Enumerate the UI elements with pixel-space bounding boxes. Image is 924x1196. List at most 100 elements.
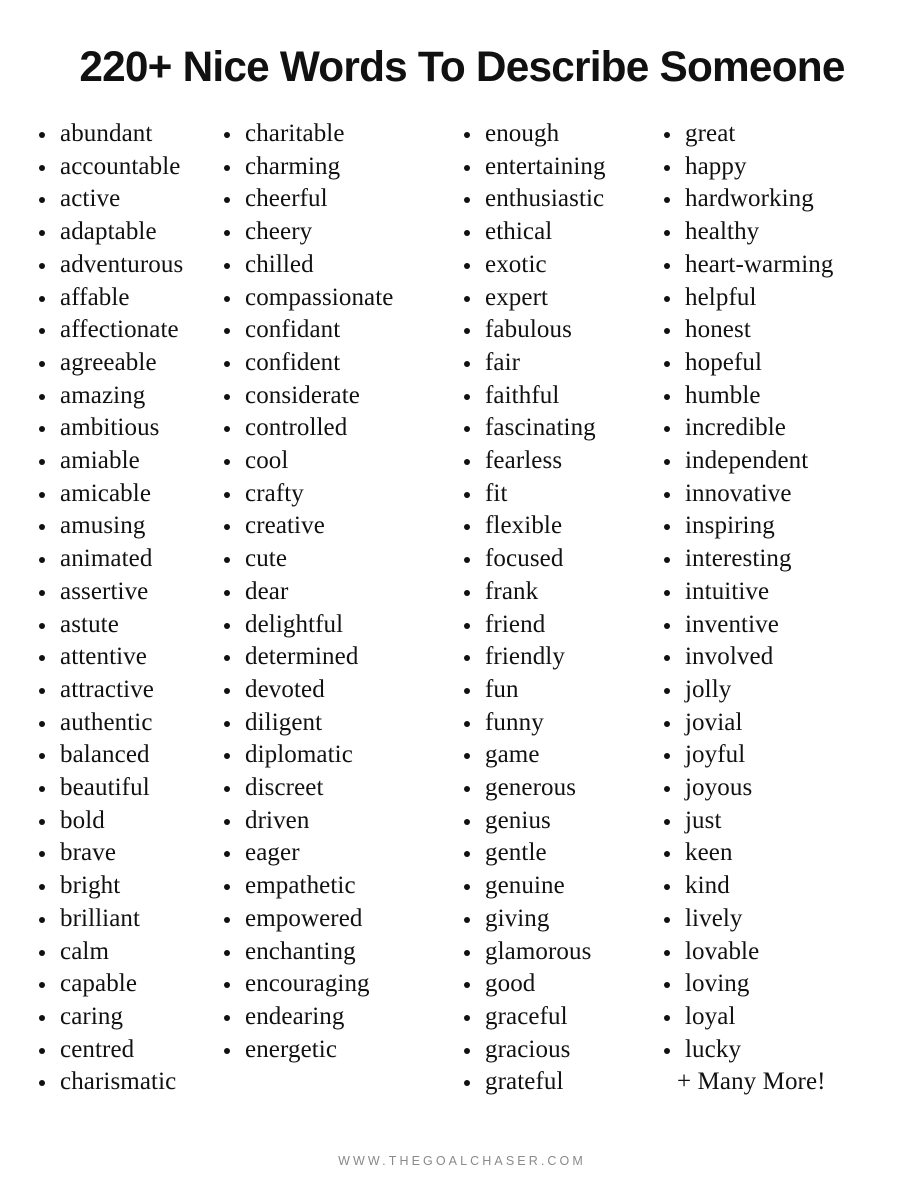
page-title: 220+ Nice Words To Describe Someone (79, 42, 845, 91)
word-label: inventive (685, 610, 779, 638)
word-list-3: enough entertaining enthusiastic ethical exo… (461, 118, 639, 1099)
word-label: empowered (245, 904, 363, 932)
bullet-icon (664, 393, 670, 400)
word-item: diligent (221, 707, 427, 740)
word-item: grateful (461, 1066, 639, 1099)
bullet-icon (39, 589, 45, 596)
word-label: heart-warming (685, 250, 834, 278)
word-label: empathetic (245, 872, 356, 900)
word-item: enough (461, 118, 639, 151)
word-item: charming (221, 151, 427, 184)
word-label: exotic (485, 250, 547, 278)
bullet-icon (224, 1014, 230, 1021)
word-item: beautiful (36, 772, 208, 805)
word-label: entertaining (485, 152, 606, 180)
bullet-icon (39, 1080, 45, 1087)
word-label: loving (685, 970, 750, 998)
bullet-icon (224, 851, 230, 858)
bullet-icon (464, 753, 470, 760)
bullet-icon (664, 197, 670, 204)
word-label: cool (245, 447, 289, 475)
bullet-icon (464, 982, 470, 989)
word-item: encouraging (221, 968, 427, 1001)
bullet-icon (664, 426, 670, 433)
word-item: hopeful (661, 347, 863, 380)
word-item: glamorous (461, 936, 639, 969)
word-label: joyous (685, 774, 753, 802)
word-label: faithful (485, 381, 560, 409)
bullet-icon (464, 687, 470, 694)
word-label: gracious (485, 1035, 571, 1063)
word-item: friend (461, 609, 639, 642)
word-item: keen (661, 837, 863, 870)
word-label: flexible (485, 512, 563, 540)
bullet-icon (664, 295, 670, 302)
word-list-1: abundant accountable active adaptable advent… (36, 118, 208, 1099)
bullet-icon (224, 262, 230, 269)
word-label: diplomatic (245, 741, 353, 769)
word-label: gentle (485, 839, 547, 867)
bullet-icon (464, 459, 470, 466)
bullet-icon (39, 295, 45, 302)
word-label: fabulous (485, 316, 572, 344)
bullet-icon (224, 132, 230, 138)
word-item: accountable (36, 151, 208, 184)
word-label: ethical (485, 218, 553, 246)
word-label: beautiful (60, 774, 150, 802)
bullet-icon (464, 132, 470, 138)
bullet-icon (39, 622, 45, 629)
word-label: fit (485, 479, 508, 507)
bullet-icon (224, 557, 230, 564)
word-item: cheerful (221, 183, 427, 216)
bullet-icon (464, 393, 470, 400)
word-item: amiable (36, 445, 208, 478)
bullet-icon (664, 1047, 670, 1054)
bullet-icon (464, 230, 470, 237)
bullet-icon (224, 655, 230, 662)
word-item: kind (661, 870, 863, 903)
word-item: jolly (661, 674, 863, 707)
word-label: active (60, 185, 121, 213)
word-label: caring (60, 1002, 124, 1030)
word-item: entertaining (461, 151, 639, 184)
bullet-icon (464, 164, 470, 171)
word-item: incredible (661, 412, 863, 445)
word-item: joyful (661, 739, 863, 772)
word-label: hopeful (685, 348, 763, 376)
bullet-icon (664, 655, 670, 662)
word-item: lovable (661, 936, 863, 969)
word-label: glamorous (485, 937, 592, 965)
word-label: determined (245, 643, 359, 671)
bullet-icon (39, 426, 45, 433)
word-label: animated (60, 545, 153, 573)
bullet-icon (39, 753, 45, 760)
bullet-icon (664, 360, 670, 367)
word-label: innovative (685, 479, 792, 507)
word-label: diligent (245, 708, 323, 736)
bullet-icon (664, 459, 670, 466)
word-item: focused (461, 543, 639, 576)
word-item: ethical (461, 216, 639, 249)
word-label: amicable (60, 479, 152, 507)
word-label: chilled (245, 250, 314, 278)
bullet-icon (224, 393, 230, 400)
bullet-icon (664, 524, 670, 531)
word-label: devoted (245, 675, 325, 703)
bullet-icon (464, 1080, 470, 1087)
bullet-icon (664, 230, 670, 237)
word-item: chilled (221, 249, 427, 282)
bullet-icon (224, 328, 230, 335)
word-item: healthy (661, 216, 863, 249)
word-item: gracious (461, 1034, 639, 1067)
bullet-icon (39, 884, 45, 891)
bullet-icon (464, 524, 470, 531)
word-label: encouraging (245, 970, 370, 998)
word-item: genuine (461, 870, 639, 903)
word-label: driven (245, 806, 310, 834)
word-item: innovative (661, 478, 863, 511)
bullet-icon (464, 426, 470, 433)
word-label: enough (485, 120, 560, 147)
word-label: frank (485, 577, 539, 605)
bullet-icon (224, 720, 230, 727)
word-item: active (36, 183, 208, 216)
